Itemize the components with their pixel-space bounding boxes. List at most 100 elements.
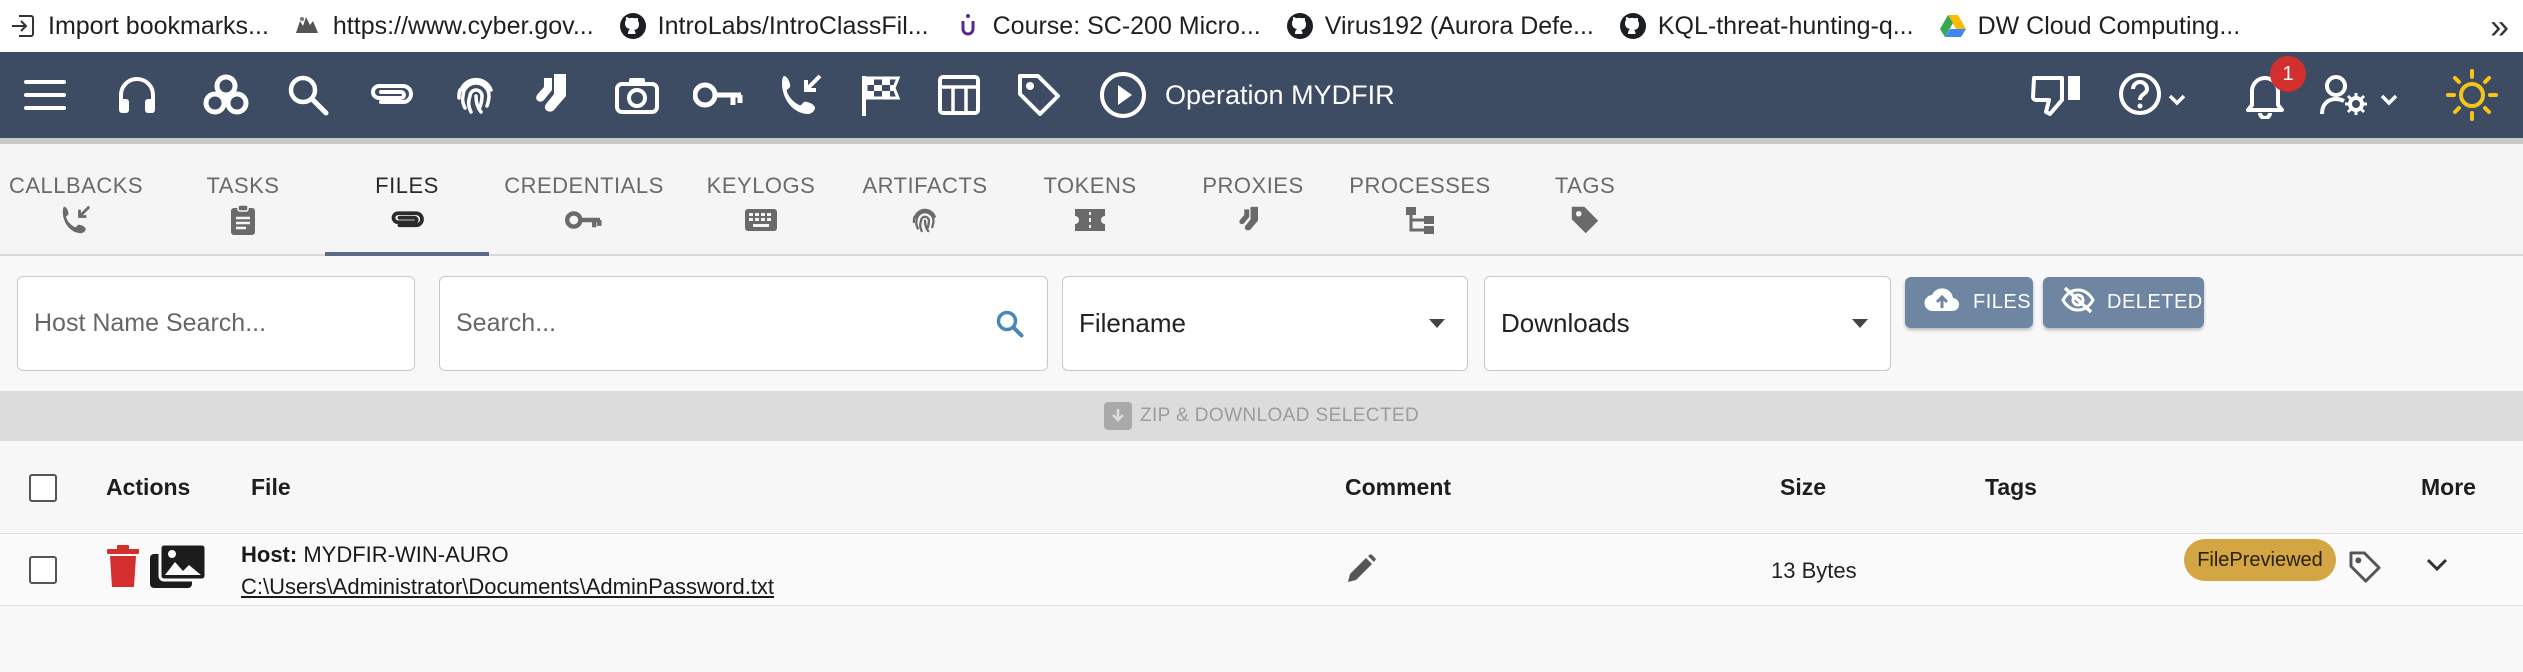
- bookmark-course[interactable]: Course: SC-200 Micro...: [953, 0, 1261, 52]
- tag-chip[interactable]: FilePreviewed: [2184, 539, 2336, 581]
- tab-tasks[interactable]: TASKS: [163, 144, 323, 256]
- checkbox-box[interactable]: [29, 556, 57, 584]
- column-header-actions: Actions: [106, 474, 191, 500]
- file-type-value: Downloads: [1501, 308, 1630, 338]
- table-icon[interactable]: [934, 52, 984, 138]
- files-upload-button[interactable]: FILES: [1905, 277, 2033, 328]
- search-icon[interactable]: [284, 52, 332, 138]
- zip-download-selected-button[interactable]: ZIP & DOWNLOAD SELECTED: [0, 391, 2523, 441]
- bookmark-label: DW Cloud Computing...: [1977, 11, 2241, 40]
- help-menu-button[interactable]: [2118, 52, 2198, 138]
- bookmark-virus192[interactable]: Virus192 (Aurora Defe...: [1285, 0, 1594, 52]
- eye-off-icon: [2061, 286, 2107, 320]
- delete-icon[interactable]: [106, 545, 140, 589]
- bookmarks-bar: Import bookmarks... https://www.cyber.go…: [0, 0, 2523, 52]
- bookmark-cyber-gov[interactable]: https://www.cyber.gov...: [293, 0, 594, 52]
- tab-label: CALLBACKS: [8, 173, 144, 198]
- bookmark-import[interactable]: Import bookmarks...: [8, 0, 269, 52]
- expand-row-chevron-icon[interactable]: [2426, 558, 2448, 572]
- tab-files[interactable]: FILES: [325, 144, 489, 256]
- keyboard-icon: [744, 203, 778, 237]
- menu-icon[interactable]: [22, 52, 68, 138]
- checkbox-box[interactable]: [29, 473, 57, 502]
- key-icon: [565, 203, 603, 237]
- phone-callback-icon[interactable]: [776, 52, 826, 138]
- add-tag-icon[interactable]: [2348, 550, 2382, 584]
- dropdown-arrow-icon: [1852, 319, 1868, 328]
- camera-icon[interactable]: [612, 52, 662, 138]
- host-value: MYDFIR-WIN-AURO: [303, 542, 509, 567]
- search-field[interactable]: [439, 276, 1048, 371]
- select-all-checkbox[interactable]: [29, 441, 57, 534]
- tab-label: ARTIFACTS: [862, 173, 988, 198]
- tab-label: PROXIES: [1202, 173, 1304, 198]
- zip-download-label: ZIP & DOWNLOAD SELECTED: [1139, 405, 1420, 426]
- paperclip-icon[interactable]: [366, 52, 416, 138]
- bookmarks-overflow-button[interactable]: »: [2490, 8, 2509, 47]
- tag-icon: [1569, 203, 1601, 237]
- show-deleted-button[interactable]: DELETED: [2043, 277, 2204, 328]
- column-header-file[interactable]: File: [251, 441, 291, 534]
- socks-icon[interactable]: [532, 52, 584, 138]
- bookmark-kql[interactable]: KQL-threat-hunting-q...: [1618, 0, 1914, 52]
- tab-tokens[interactable]: TOKENS: [1010, 144, 1170, 256]
- file-host: Host: MYDFIR-WIN-AURO: [241, 542, 509, 568]
- column-header-tags: Tags: [1985, 474, 2037, 500]
- tree-icon: [1404, 203, 1436, 237]
- fingerprint-icon[interactable]: [450, 52, 502, 138]
- bookmark-dw-cloud[interactable]: DW Cloud Computing...: [1938, 0, 2241, 52]
- deleted-button-label: DELETED: [2107, 291, 2203, 313]
- headphones-icon[interactable]: [112, 52, 162, 138]
- import-icon: [8, 11, 38, 41]
- bookmark-label: Import bookmarks...: [48, 11, 269, 40]
- tab-processes[interactable]: PROCESSES: [1338, 144, 1502, 256]
- key-icon[interactable]: [692, 52, 746, 138]
- tab-label: TAGS: [1554, 173, 1616, 198]
- preview-media-icon[interactable]: [148, 542, 208, 592]
- tab-label: KEYLOGS: [706, 173, 816, 198]
- tab-keylogs[interactable]: KEYLOGS: [680, 144, 842, 256]
- thumbs-down-icon[interactable]: [2028, 52, 2086, 138]
- bookmark-label: IntroLabs/IntroClassFil...: [657, 11, 929, 40]
- search-icon[interactable]: [995, 309, 1025, 346]
- files-button-label: FILES: [1973, 291, 2032, 313]
- clipboard-icon: [229, 203, 257, 237]
- file-type-select[interactable]: Downloads: [1484, 276, 1891, 371]
- edit-comment-icon[interactable]: [1345, 553, 1377, 585]
- drive-icon: [1938, 11, 1968, 41]
- host-name-search-input[interactable]: [34, 309, 414, 338]
- operation-title[interactable]: Operation MYDFIR: [1165, 52, 1395, 138]
- github-icon: [1285, 11, 1315, 41]
- sun-theme-icon[interactable]: [2444, 52, 2500, 138]
- checkered-flag-icon[interactable]: [856, 52, 906, 138]
- biohazard-icon[interactable]: [198, 52, 254, 138]
- filter-field-value: Filename: [1079, 308, 1186, 338]
- bookmark-label: https://www.cyber.gov...: [332, 11, 594, 40]
- host-name-search-field[interactable]: [17, 276, 415, 371]
- tab-proxies[interactable]: PROXIES: [1173, 144, 1333, 256]
- file-path-link[interactable]: C:\Users\Administrator\Documents\AdminPa…: [241, 574, 774, 600]
- bookmark-label: Virus192 (Aurora Defe...: [1324, 11, 1594, 40]
- tab-artifacts[interactable]: ARTIFACTS: [845, 144, 1005, 256]
- tab-tags[interactable]: TAGS: [1505, 144, 1665, 256]
- ticket-icon: [1073, 203, 1107, 237]
- bookmark-introlabs[interactable]: IntroLabs/IntroClassFil...: [618, 0, 929, 52]
- column-header-more: More: [2421, 474, 2476, 500]
- flag-site-icon: [293, 11, 323, 41]
- play-circle-icon[interactable]: [1098, 52, 1148, 138]
- download-archive-icon: [1103, 402, 1132, 430]
- row-select-checkbox[interactable]: [29, 556, 57, 584]
- filter-field-select[interactable]: Filename: [1062, 276, 1468, 371]
- dropdown-arrow-icon: [1429, 319, 1445, 328]
- tab-callbacks[interactable]: CALLBACKS: [0, 144, 152, 256]
- phone-callback-icon: [60, 203, 92, 237]
- github-icon: [1618, 11, 1648, 41]
- tab-credentials[interactable]: CREDENTIALS: [504, 144, 664, 256]
- column-header-comment[interactable]: Comment: [1345, 441, 1451, 534]
- tag-icon[interactable]: [1014, 52, 1064, 138]
- active-tab-indicator: [325, 252, 489, 256]
- user-settings-menu-button[interactable]: [2320, 52, 2410, 138]
- fingerprint-icon: [910, 203, 940, 237]
- search-input[interactable]: [456, 309, 1047, 338]
- column-header-size[interactable]: Size: [1780, 441, 1826, 534]
